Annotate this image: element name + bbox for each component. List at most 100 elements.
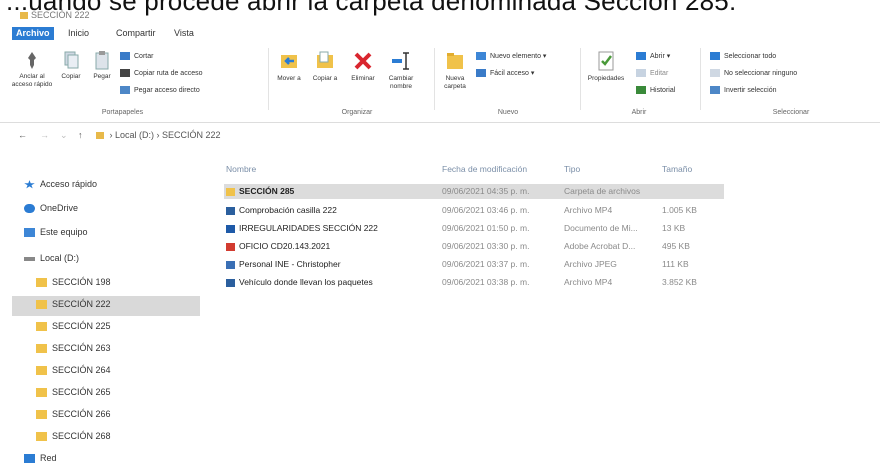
file-row[interactable]: Comprobación casilla 222 09/06/2021 03:4… [224, 203, 724, 218]
window-title: SECCIÓN 222 [31, 10, 90, 20]
copy-folder-icon [317, 51, 333, 68]
nav-este-equipo[interactable]: Este equipo [24, 224, 88, 240]
nav-acceso-rapido[interactable]: Acceso rápido [24, 176, 97, 192]
file-size: 3.852 KB [662, 277, 697, 287]
file-date: 09/06/2021 03:46 p. m. [442, 205, 530, 215]
column-header-name[interactable]: Nombre [226, 164, 256, 174]
nav-folder[interactable]: SECCIÓN 264 [36, 362, 111, 378]
column-header-type[interactable]: Tipo [564, 164, 580, 174]
column-header-date[interactable]: Fecha de modificación [442, 164, 527, 174]
back-arrow-icon[interactable]: ← [18, 130, 27, 140]
ribbon-divider [434, 48, 435, 110]
file-size: 13 KB [662, 223, 686, 233]
group-seleccionar: Seleccionar todo No seleccionar ninguno … [706, 42, 876, 120]
copiar-a-button[interactable]: Copiar a [308, 50, 342, 83]
ribbon: Anclar al acceso rápido Copiar Pegar Cor… [0, 42, 880, 123]
nav-folder[interactable]: SECCIÓN 225 [36, 318, 111, 334]
facil-acceso-button[interactable]: Fácil acceso ▾ [476, 69, 534, 78]
recent-chevron-icon[interactable]: ⌄ [60, 130, 68, 141]
file-type: Archivo MP4 [564, 205, 613, 215]
nav-folder[interactable]: SECCIÓN 266 [36, 406, 111, 422]
nav-red[interactable]: Red [24, 450, 57, 466]
file-type: Documento de Mi... [564, 223, 638, 233]
mover-button[interactable]: Mover a [272, 50, 306, 83]
nav-folder[interactable]: SECCIÓN 268 [36, 428, 111, 444]
group-label: Seleccionar [772, 109, 810, 116]
cambiar-nombre-button[interactable]: Cambiar nombre [382, 50, 420, 91]
rename-icon [392, 52, 409, 70]
copiar-button[interactable]: Copiar [56, 50, 86, 81]
breadcrumb-drive[interactable]: Local (D:) [115, 130, 154, 140]
breadcrumb-folder[interactable]: SECCIÓN 222 [162, 130, 221, 140]
anclar-button[interactable]: Anclar al acceso rápido [10, 50, 54, 89]
copiar-ruta-button[interactable]: Copiar ruta de acceso [120, 69, 202, 77]
computer-icon [24, 228, 35, 238]
invertir-seleccion-button[interactable]: Invertir selección [710, 86, 777, 94]
history-icon [636, 86, 646, 94]
propiedades-button[interactable]: Propiedades [584, 50, 628, 83]
file-type: Archivo JPEG [564, 259, 617, 269]
open-icon [636, 52, 646, 61]
nav-onedrive[interactable]: OneDrive [24, 200, 78, 216]
edit-icon [636, 69, 646, 77]
shortcut-icon [120, 86, 130, 94]
new-folder-icon [447, 53, 463, 69]
file-name: IRREGULARIDADES SECCIÓN 222 [239, 223, 378, 233]
file-name: OFICIO CD20.143.2021 [239, 241, 331, 251]
word-file-icon [226, 224, 235, 233]
star-icon [24, 180, 35, 189]
pdf-file-icon [226, 242, 235, 251]
easy-access-icon [476, 69, 486, 78]
tab-vista[interactable]: Vista [170, 27, 198, 40]
tab-archivo[interactable]: Archivo [12, 27, 54, 40]
nueva-carpeta-button[interactable]: Nueva carpeta [438, 50, 472, 91]
historial-button[interactable]: Historial [636, 86, 675, 94]
seleccionar-todo-button[interactable]: Seleccionar todo [710, 52, 776, 60]
path-icon [120, 69, 130, 77]
folder-icon [36, 322, 47, 332]
tab-compartir[interactable]: Compartir [112, 27, 160, 40]
cortar-button[interactable]: Cortar [120, 52, 153, 60]
group-label: Nuevo [497, 109, 519, 116]
seleccionar-ninguno-button[interactable]: No seleccionar ninguno [710, 69, 797, 77]
folder-icon [226, 187, 235, 196]
properties-icon [598, 51, 614, 71]
address-bar: ← → ⌄ ↑ › Local (D:) › SECCIÓN 222 [0, 127, 880, 145]
file-size: 1.005 KB [662, 205, 697, 215]
file-row[interactable]: SECCIÓN 285 09/06/2021 04:35 p. m. Carpe… [224, 184, 724, 199]
editar-button[interactable]: Editar [636, 69, 668, 77]
nav-folder[interactable]: SECCIÓN 222 [36, 296, 111, 312]
nav-local-drive[interactable]: Local (D:) [24, 250, 79, 266]
file-name: Comprobación casilla 222 [239, 205, 337, 215]
select-all-icon [710, 52, 720, 60]
tab-inicio[interactable]: Inicio [64, 27, 93, 40]
file-row[interactable]: IRREGULARIDADES SECCIÓN 222 09/06/2021 0… [224, 221, 724, 236]
delete-icon [354, 52, 372, 70]
pin-icon [28, 52, 36, 69]
breadcrumb[interactable]: › Local (D:) › SECCIÓN 222 [96, 130, 221, 140]
nuevo-elemento-button[interactable]: Nuevo elemento ▾ [476, 52, 546, 61]
nav-folder[interactable]: SECCIÓN 265 [36, 384, 111, 400]
eliminar-button[interactable]: Eliminar [346, 50, 380, 83]
file-type: Carpeta de archivos [564, 186, 641, 196]
file-date: 09/06/2021 03:37 p. m. [442, 259, 530, 269]
group-label: Portapapeles [101, 109, 144, 116]
folder-icon [36, 278, 47, 288]
forward-arrow-icon[interactable]: → [40, 130, 49, 140]
file-row[interactable]: Vehículo donde llevan los paquetes 09/06… [224, 275, 724, 290]
file-row[interactable]: Personal INE - Christopher 09/06/2021 03… [224, 257, 724, 272]
file-name: SECCIÓN 285 [239, 186, 295, 196]
column-header-size[interactable]: Tamaño [662, 164, 692, 174]
nav-folder[interactable]: SECCIÓN 263 [36, 340, 111, 356]
nav-folder[interactable]: SECCIÓN 198 [36, 274, 111, 290]
new-item-icon [476, 52, 486, 61]
up-arrow-icon[interactable]: ↑ [78, 130, 83, 140]
file-row[interactable]: OFICIO CD20.143.2021 09/06/2021 03:30 p.… [224, 239, 724, 254]
pegar-button[interactable]: Pegar [88, 50, 116, 81]
pegar-acceso-button[interactable]: Pegar acceso directo [120, 86, 200, 94]
video-file-icon [226, 278, 235, 287]
file-name: Personal INE - Christopher [239, 259, 341, 269]
file-date: 09/06/2021 04:35 p. m. [442, 186, 530, 196]
abrir-button[interactable]: Abrir ▾ [636, 52, 670, 61]
file-type: Archivo MP4 [564, 277, 613, 287]
